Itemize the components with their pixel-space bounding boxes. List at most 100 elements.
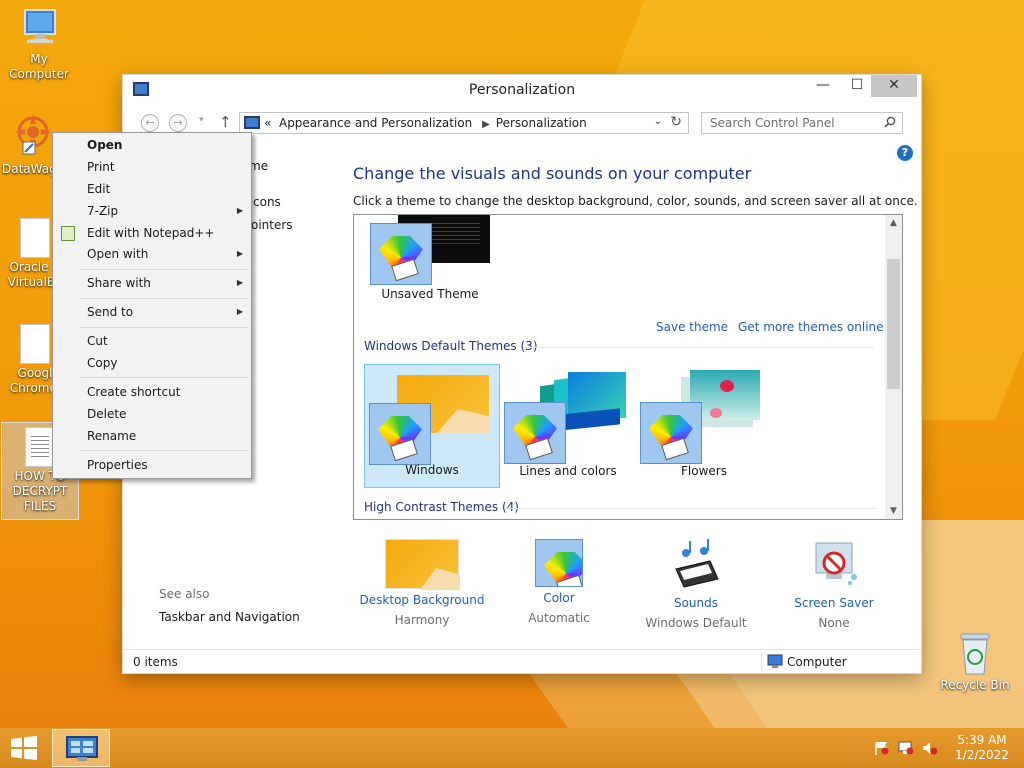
menu-item-copy[interactable]: Copy bbox=[55, 353, 249, 375]
volume-muted-icon[interactable] bbox=[922, 741, 938, 755]
help-icon[interactable]: ? bbox=[897, 145, 913, 161]
menu-item-7zip[interactable]: 7-Zip ▶ bbox=[55, 201, 249, 223]
theme-lines-and-colors[interactable]: Lines and colors bbox=[500, 364, 636, 488]
window-title: Personalization bbox=[468, 82, 576, 98]
menu-item-label: Create shortcut bbox=[87, 385, 181, 399]
sounds-icon bbox=[675, 539, 719, 588]
submenu-arrow-icon: ▶ bbox=[236, 307, 243, 316]
screen-saver-setting[interactable]: Screen Saver None bbox=[769, 539, 899, 630]
menu-separator bbox=[81, 298, 249, 299]
address-dropdown-chevron-icon[interactable]: ⌄ bbox=[654, 116, 662, 127]
windows-start-icon[interactable] bbox=[10, 736, 38, 760]
minimize-button[interactable]: — bbox=[807, 75, 839, 97]
sounds-setting[interactable]: Sounds Windows Default bbox=[631, 539, 761, 630]
windows-default-themes-header[interactable]: Windows Default Themes (3) bbox=[364, 339, 538, 353]
theme-label: Windows bbox=[405, 463, 459, 477]
desktop-background-link[interactable]: Desktop Background bbox=[357, 593, 487, 607]
breadcrumb-personalization[interactable]: Personalization bbox=[496, 116, 587, 130]
menu-item-share-with[interactable]: Share with ▶ bbox=[55, 273, 249, 295]
title-bar[interactable]: Personalization — ☐ ✕ bbox=[123, 75, 921, 105]
address-bar[interactable]: « Appearance and Personalization ▶ Person… bbox=[239, 112, 689, 134]
save-theme-link[interactable]: Save theme bbox=[656, 320, 728, 334]
forward-arrow-icon[interactable]: → bbox=[169, 114, 187, 132]
themes-scrollbar[interactable]: ▲ ▼ bbox=[885, 215, 902, 519]
desktop-icon-recycle-bin[interactable]: Recycle Bin bbox=[936, 630, 1014, 693]
breadcrumb-overflow[interactable]: « bbox=[264, 116, 271, 130]
action-center-flag-icon[interactable] bbox=[874, 741, 890, 755]
clock-date: 1/2/2022 bbox=[955, 748, 1009, 762]
menu-item-create-shortcut[interactable]: Create shortcut bbox=[55, 382, 249, 404]
breadcrumb: « Appearance and Personalization ▶ Person… bbox=[264, 116, 587, 130]
desktop-background-setting[interactable]: Desktop Background Harmony bbox=[357, 539, 487, 627]
search-input[interactable]: Search Control Panel bbox=[701, 112, 903, 134]
up-arrow-icon[interactable]: ↑ bbox=[219, 113, 232, 131]
menu-item-label: Print bbox=[87, 160, 115, 174]
color-link[interactable]: Color bbox=[494, 591, 624, 605]
theme-flowers[interactable]: Flowers bbox=[636, 364, 772, 488]
menu-item-open[interactable]: Open bbox=[55, 135, 249, 157]
menu-item-delete[interactable]: Delete bbox=[55, 404, 249, 426]
desktop-icon-label: DECRYPT bbox=[12, 484, 68, 498]
sounds-value: Windows Default bbox=[645, 616, 747, 630]
computer-icon bbox=[24, 9, 56, 43]
menu-item-edit[interactable]: Edit bbox=[55, 179, 249, 201]
menu-separator bbox=[81, 269, 249, 270]
network-icon[interactable] bbox=[898, 741, 914, 755]
theme-windows[interactable]: Windows bbox=[364, 364, 500, 488]
menu-separator bbox=[81, 377, 249, 378]
color-palette-icon bbox=[370, 223, 432, 285]
color-palette-icon bbox=[504, 402, 566, 464]
get-more-themes-link[interactable]: Get more themes online bbox=[738, 320, 884, 334]
color-palette-icon bbox=[369, 403, 431, 465]
left-pane-link[interactable]: ointers bbox=[251, 218, 293, 232]
high-contrast-themes-header[interactable]: High Contrast Themes (4) bbox=[364, 500, 519, 514]
notepad-plus-plus-icon bbox=[61, 226, 75, 241]
divider bbox=[524, 347, 874, 348]
recent-locations-chevron-icon[interactable]: ▾ bbox=[199, 115, 204, 125]
control-panel-icon bbox=[66, 736, 98, 761]
search-icon[interactable] bbox=[884, 116, 896, 128]
menu-item-print[interactable]: Print bbox=[55, 157, 249, 179]
menu-item-label: Properties bbox=[87, 458, 148, 472]
system-clock[interactable]: 5:39 AM 1/2/2022 bbox=[950, 733, 1014, 763]
control-panel-icon bbox=[244, 116, 260, 129]
menu-item-edit-with-notepad[interactable]: Edit with Notepad++ bbox=[55, 223, 249, 245]
menu-item-rename[interactable]: Rename bbox=[55, 426, 249, 448]
menu-item-label: Edit with Notepad++ bbox=[87, 226, 215, 240]
taskbar-control-panel-button[interactable] bbox=[52, 729, 110, 767]
color-palette-icon bbox=[640, 402, 702, 464]
menu-item-cut[interactable]: Cut bbox=[55, 331, 249, 353]
desktop-icon-label: Recycle Bin bbox=[940, 678, 1010, 692]
breadcrumb-appearance[interactable]: Appearance and Personalization bbox=[279, 116, 472, 130]
theme-unsaved[interactable]: Unsaved Theme bbox=[362, 215, 498, 339]
menu-item-send-to[interactable]: Send to ▶ bbox=[55, 302, 249, 324]
color-setting[interactable]: Color Automatic bbox=[494, 539, 624, 625]
menu-item-label: Share with bbox=[87, 276, 151, 290]
scrollbar-thumb[interactable] bbox=[887, 259, 900, 389]
status-bar: 0 items Computer bbox=[123, 649, 921, 673]
left-pane-link[interactable]: cons bbox=[253, 195, 281, 209]
submenu-arrow-icon: ▶ bbox=[236, 278, 243, 287]
datawag-icon bbox=[15, 114, 51, 155]
close-button[interactable]: ✕ bbox=[871, 75, 917, 97]
menu-item-open-with[interactable]: Open with ▶ bbox=[55, 244, 249, 266]
maximize-button[interactable]: ☐ bbox=[841, 75, 873, 97]
divider bbox=[761, 653, 762, 671]
sounds-link[interactable]: Sounds bbox=[631, 596, 761, 610]
desktop-background-value: Harmony bbox=[394, 613, 450, 627]
back-arrow-icon[interactable]: ← bbox=[141, 114, 159, 132]
breadcrumb-separator-icon[interactable]: ▶ bbox=[482, 119, 490, 130]
refresh-icon[interactable]: ↻ bbox=[670, 114, 682, 130]
taskbar-and-navigation-link[interactable]: Taskbar and Navigation bbox=[159, 610, 300, 624]
file-icon bbox=[20, 218, 50, 258]
theme-label: Lines and colors bbox=[519, 464, 617, 478]
item-count: 0 items bbox=[133, 655, 178, 669]
scroll-up-arrow-icon[interactable]: ▲ bbox=[885, 218, 902, 228]
desktop-icon-my-computer[interactable]: My Computer bbox=[0, 6, 78, 82]
menu-item-label: Copy bbox=[87, 356, 118, 370]
scroll-down-arrow-icon[interactable]: ▼ bbox=[885, 506, 902, 516]
screen-saver-link[interactable]: Screen Saver bbox=[769, 596, 899, 610]
menu-separator bbox=[81, 450, 249, 451]
divider bbox=[506, 508, 876, 509]
menu-item-properties[interactable]: Properties bbox=[55, 455, 249, 477]
